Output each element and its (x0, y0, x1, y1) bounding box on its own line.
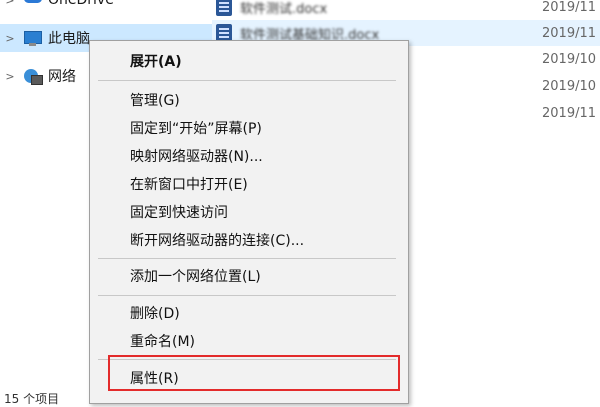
menu-item-delete[interactable]: 删除(D) (130, 304, 180, 324)
status-bar-text: 15 个项目 (4, 392, 60, 406)
context-menu: 展开(A) 管理(G) 固定到“开始”屏幕(P) 映射网络驱动器(N)... 在… (89, 40, 409, 404)
menu-item-add-network-location[interactable]: 添加一个网络位置(L) (130, 267, 261, 287)
menu-item-manage[interactable]: 管理(G) (130, 91, 180, 111)
chevron-right-icon[interactable]: > (0, 32, 20, 45)
menu-item-pin-to-start[interactable]: 固定到“开始”屏幕(P) (130, 119, 262, 139)
network-icon (22, 67, 44, 85)
file-date: 2019/10 (542, 79, 597, 94)
word-document-icon (216, 0, 232, 16)
file-date: 2019/11 (542, 0, 597, 15)
file-date: 2019/11 (542, 106, 597, 121)
nav-item-onedrive[interactable]: > OneDrive (0, 0, 218, 14)
menu-item-pin-quick-access[interactable]: 固定到快速访问 (130, 203, 228, 223)
nav-item-label: 此电脑 (48, 31, 90, 47)
nav-item-label: OneDrive (48, 0, 114, 8)
computer-icon (22, 29, 44, 47)
menu-separator (98, 258, 396, 259)
file-row[interactable]: 软件测试.docx 2019/11 (212, 0, 600, 20)
chevron-right-icon[interactable]: > (0, 0, 20, 7)
nav-item-label: 网络 (48, 69, 76, 85)
cloud-icon (22, 0, 44, 9)
file-date: 2019/10 (542, 52, 597, 67)
file-name: 软件测试.docx (240, 1, 328, 17)
menu-item-expand[interactable]: 展开(A) (130, 52, 182, 72)
menu-item-rename[interactable]: 重命名(M) (130, 332, 195, 352)
chevron-right-icon[interactable]: > (0, 70, 20, 83)
menu-item-disconnect-network-drive[interactable]: 断开网络驱动器的连接(C)... (130, 231, 304, 251)
menu-separator (98, 295, 396, 296)
menu-item-open-new-window[interactable]: 在新窗口中打开(E) (130, 175, 248, 195)
highlight-box (108, 355, 400, 391)
menu-separator (98, 80, 396, 81)
file-date: 2019/11 (542, 25, 597, 41)
menu-item-map-network-drive[interactable]: 映射网络驱动器(N)... (130, 147, 263, 167)
